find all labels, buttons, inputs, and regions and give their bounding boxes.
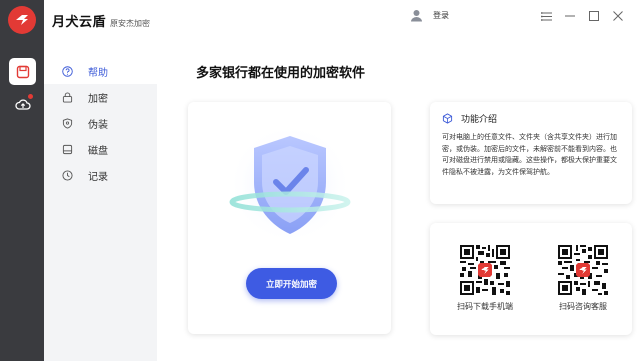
qr-download: 扫码下载手机端 <box>450 245 520 312</box>
close-icon[interactable] <box>612 10 624 22</box>
nav-item-encrypt[interactable]: 加密 <box>44 84 157 110</box>
cloud-upload-icon <box>14 98 31 110</box>
nav-item-disguise[interactable]: 伪装 <box>44 110 157 136</box>
window-controls <box>540 10 624 22</box>
qr-code-support-icon <box>558 245 608 295</box>
qr-code-download-icon <box>460 245 510 295</box>
left-rail <box>0 0 44 361</box>
app-name: 月犬云盾 <box>52 14 107 29</box>
brand: 月犬云盾 原安杰加密 <box>52 11 150 30</box>
nav-item-label: 加密 <box>88 93 108 105</box>
feature-intro-text: 可对电脑上的任意文件、文件夹（含共享文件夹）进行加密，或伪装。加密后的文件，未解… <box>442 134 617 176</box>
shield-illustration-icon <box>228 122 352 252</box>
rail-cloud-button[interactable] <box>9 91 36 118</box>
qr-card: 扫码下载手机端 扫码咨询客服 <box>430 223 632 335</box>
help-icon <box>62 65 73 77</box>
app-logo-icon <box>8 6 36 34</box>
menu-icon[interactable] <box>540 10 552 22</box>
user-icon <box>411 10 422 22</box>
minimize-icon[interactable] <box>564 10 576 22</box>
page-title: 多家银行都在使用的加密软件 <box>196 65 366 80</box>
nav-item-label: 记录 <box>88 171 108 183</box>
mask-icon <box>62 117 73 129</box>
notification-dot <box>28 94 33 99</box>
app-subtitle: 原安杰加密 <box>110 19 151 28</box>
qr-support: 扫码咨询客服 <box>548 245 618 312</box>
rail-encrypt-button[interactable] <box>9 58 36 85</box>
login-label: 登录 <box>433 11 449 20</box>
nav-item-records[interactable]: 记录 <box>44 162 157 188</box>
nav-item-help[interactable]: 帮助 <box>44 58 157 84</box>
lock-icon <box>62 91 73 103</box>
clock-icon <box>62 169 73 181</box>
login-button[interactable]: 登录 <box>410 9 449 22</box>
nav-item-disk[interactable]: 磁盘 <box>44 136 157 162</box>
feature-intro-card: 功能介绍 可对电脑上的任意文件、文件夹（含共享文件夹）进行加密，或伪装。加密后的… <box>430 102 632 204</box>
qr-support-label: 扫码咨询客服 <box>559 302 607 311</box>
feature-intro-title: 功能介绍 <box>461 114 498 124</box>
disk-icon <box>62 144 73 154</box>
maximize-icon[interactable] <box>588 10 600 22</box>
save-box-icon <box>16 65 29 78</box>
cube-icon <box>442 113 453 124</box>
qr-download-label: 扫码下载手机端 <box>457 302 513 311</box>
encrypt-card: 立即开始加密 <box>188 102 391 334</box>
side-nav: 帮助 加密 伪装 磁盘 记录 <box>44 58 157 361</box>
nav-item-label: 帮助 <box>88 67 108 79</box>
start-encrypt-button[interactable]: 立即开始加密 <box>246 268 337 299</box>
nav-item-label: 磁盘 <box>88 145 108 157</box>
nav-item-label: 伪装 <box>88 119 108 131</box>
